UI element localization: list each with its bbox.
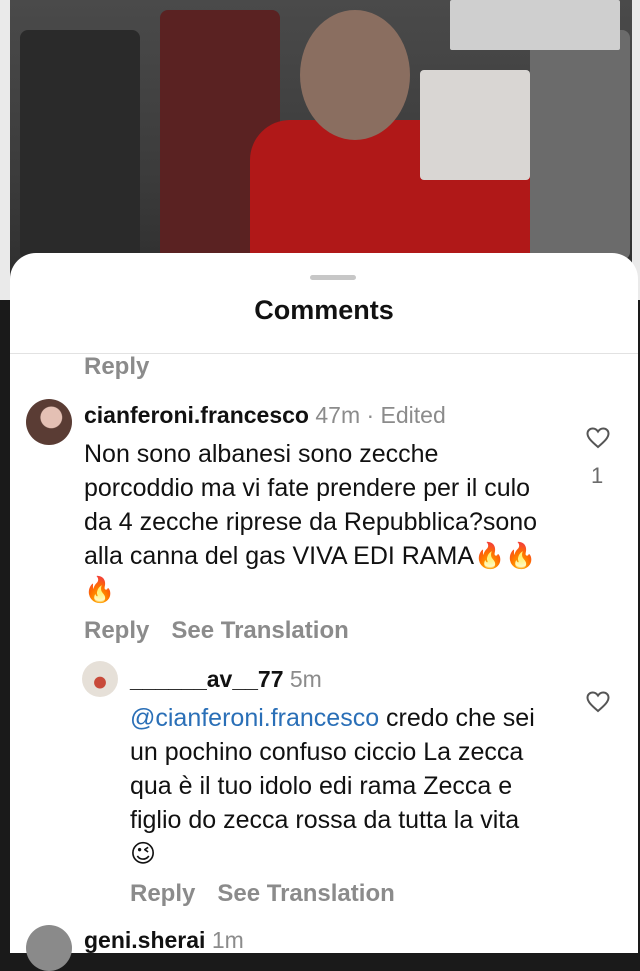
reply-actions: Reply See Translation xyxy=(130,880,417,908)
crowd-person-left xyxy=(20,30,140,260)
comment-time: 1m xyxy=(211,927,244,953)
reply-time: 5m xyxy=(289,666,322,692)
reply-text: @cianferoni.francesco credo che sei un p… xyxy=(130,701,550,871)
reply-button[interactable]: Reply xyxy=(84,617,149,644)
avatar[interactable] xyxy=(82,661,118,697)
mention-link[interactable]: @cianferoni.francesco xyxy=(130,704,379,732)
comment-time: 47m · Edited xyxy=(315,402,446,428)
crowd-person-right xyxy=(530,30,630,260)
screen-edge-right xyxy=(632,0,640,300)
heart-icon[interactable] xyxy=(586,427,610,454)
heart-icon[interactable] xyxy=(586,691,610,718)
screen-edge-left xyxy=(0,0,10,300)
avatar[interactable] xyxy=(26,399,72,445)
comment-username[interactable]: geni.sherai xyxy=(84,927,205,953)
avatar[interactable] xyxy=(26,925,72,971)
comment-text: Non sono albanesi sono zecche porcoddio … xyxy=(84,440,538,604)
reply-meta: ______av__77 5m xyxy=(130,666,322,693)
comment-actions: Reply See Translation xyxy=(84,617,371,645)
see-translation-button[interactable]: See Translation xyxy=(171,617,348,644)
reply-button-previous[interactable]: Reply xyxy=(84,353,149,381)
comments-sheet: Comments Reply cianferoni.francesco 47m … xyxy=(10,253,638,971)
protest-sign xyxy=(420,70,530,180)
protest-banner xyxy=(450,0,620,50)
comment-meta: geni.sherai 1m xyxy=(84,927,244,954)
reply-button[interactable]: Reply xyxy=(130,880,195,907)
comments-title: Comments xyxy=(254,295,394,325)
reply-username[interactable]: ______av__77 xyxy=(130,666,284,692)
crowd-person-head xyxy=(300,10,410,140)
see-translation-button[interactable]: See Translation xyxy=(217,880,394,907)
drag-handle[interactable] xyxy=(310,275,356,280)
comment-meta: cianferoni.francesco 47m · Edited xyxy=(84,402,446,429)
like-count: 1 xyxy=(591,463,604,488)
comment-username[interactable]: cianferoni.francesco xyxy=(84,402,309,428)
